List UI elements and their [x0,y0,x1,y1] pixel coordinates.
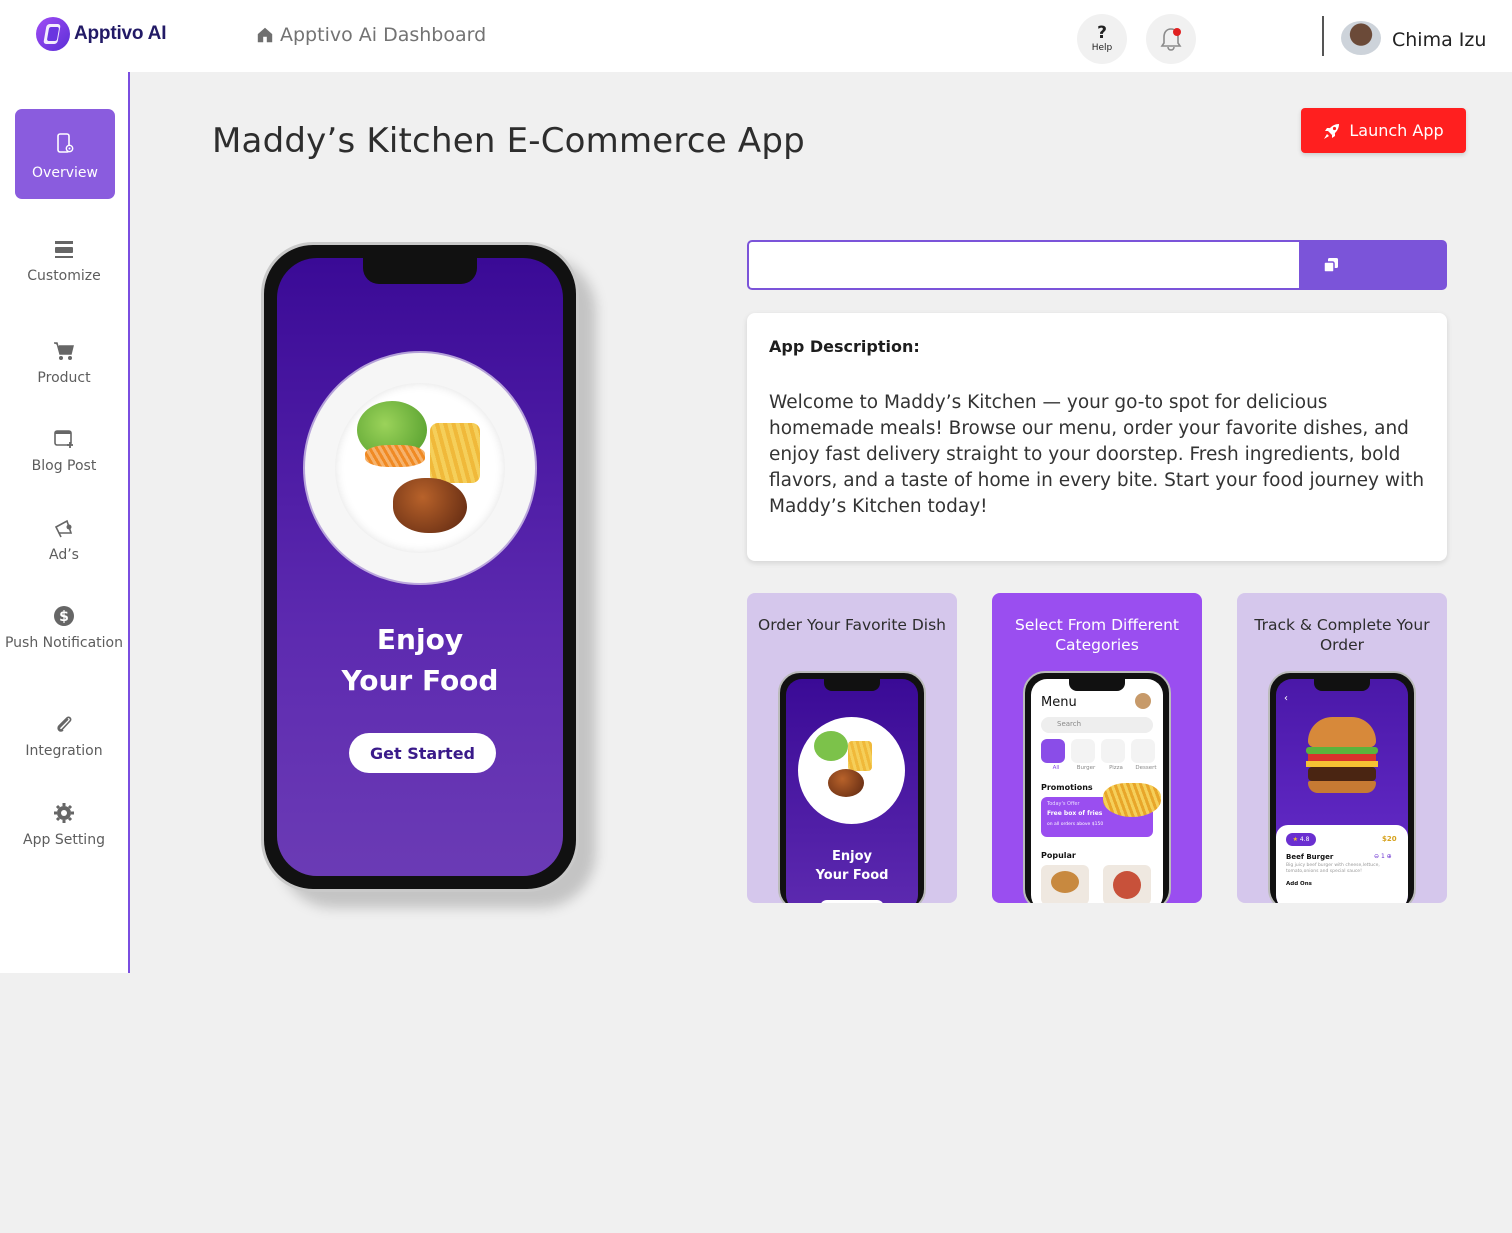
copy-button[interactable] [1299,240,1447,290]
promotions-label: Promotions [1041,783,1093,792]
quantity-stepper[interactable]: ⊖ 1 ⊕ [1374,853,1392,860]
sidebar-item-product[interactable]: Product [0,340,128,386]
phone-preview: Enjoy Your Food Get Started [261,242,579,892]
notifications-button[interactable] [1146,14,1196,64]
phone-screen: Enjoy Your Food Get Started [277,258,563,876]
sidebar-item-label: Blog Post [31,458,97,474]
sidebar-item-label: Ad’s [49,547,79,563]
screenshot-title: Track & Complete Your Order [1254,616,1430,654]
sidebar-item-label: Overview [32,165,98,181]
category-dessert: Dessert [1135,765,1157,771]
layout-icon [55,241,73,258]
header-divider [1322,16,1324,56]
item-name: Beef Burger [1286,853,1334,861]
logo-text: Apptivo AI [74,23,167,44]
sidebar-item-app-setting[interactable]: App Setting [0,802,128,848]
mini-phone: Enjoy Your Food [778,671,926,903]
phone-gear-icon [57,133,74,153]
logo-icon [36,17,70,51]
help-button[interactable]: ? Help [1077,14,1127,64]
add-window-icon [54,430,73,448]
dollar-icon: $ [54,606,74,626]
rocket-icon [1324,123,1340,139]
promo-banner[interactable]: Today's Offer Free box of fries on all o… [1041,783,1161,837]
launch-app-button[interactable]: Launch App [1301,108,1466,153]
addons-label: Add Ons [1286,881,1312,887]
sidebar-item-label: App Setting [23,832,105,848]
menu-title: Menu [1041,695,1077,710]
avatar[interactable] [1341,21,1381,55]
sidebar-divider [128,72,130,973]
promo-title: Free box of fries [1047,810,1103,817]
sidebar-item-blog-post[interactable]: Blog Post [0,428,128,474]
screenshot-title: Order Your Favorite Dish [758,616,946,634]
screenshot-title: Select From Different Categories [1015,616,1179,654]
back-chevron-icon[interactable]: ‹ [1284,693,1288,704]
description-body: Welcome to Maddy’s Kitchen — your go-to … [769,392,1425,517]
sidebar-item-label: Push Notification [4,635,123,651]
description-heading: App Description: [769,337,920,356]
rating-value: 4.8 [1299,836,1310,843]
app-logo[interactable]: Apptivo AI [36,17,166,51]
get-started-button[interactable]: Get Started [349,733,496,773]
burger-image [1304,717,1380,797]
screenshot-card-track[interactable]: Track & Complete Your Order ‹ ★ 4.8 $20 … [1237,593,1447,903]
order-details-sheet: ★ 4.8 $20 Beef Burger ⊖ 1 ⊕ Big juicy be… [1276,825,1408,903]
home-icon [257,27,273,43]
help-icon: ? [1097,23,1107,43]
food-plate-image [798,717,905,824]
screenshot-card-order[interactable]: Order Your Favorite Dish Enjoy Your Food [747,593,957,903]
qty-value: 1 [1380,853,1385,860]
rating-badge: ★ 4.8 [1286,833,1316,846]
app-url-field[interactable] [747,240,1300,290]
mini-avatar [1135,693,1151,709]
launch-app-label: Launch App [1349,121,1444,140]
promo-tag: Today's Offer [1047,801,1080,807]
food-plate-image [305,353,535,583]
price: $20 [1382,835,1397,843]
notification-dot [1173,28,1181,36]
mini-search: Search [1041,717,1153,733]
breadcrumb[interactable]: Apptivo Ai Dashboard [256,24,486,46]
star-icon: ★ [1292,836,1298,843]
mini-phone: ‹ ★ 4.8 $20 Beef Burger ⊖ 1 ⊕ Big juicy … [1268,671,1416,903]
mini-line2: Your Food [815,868,889,883]
breadcrumb-label: Apptivo Ai Dashboard [280,24,487,46]
help-label: Help [1091,43,1113,53]
sidebar-item-push-notification[interactable]: $ Push Notification [0,605,128,651]
top-bar: Apptivo AI Apptivo Ai Dashboard ? Help C… [0,0,1512,72]
svg-text:$: $ [59,609,69,625]
popular-label: Popular [1041,851,1076,860]
copy-icon [1323,258,1338,273]
category-all: All [1052,765,1060,771]
promo-sub: on all orders above $150 [1047,822,1104,827]
megaphone-icon [54,519,73,538]
sidebar-item-label: Integration [25,743,103,759]
page-title: Maddy’s Kitchen E-Commerce App [212,121,805,161]
category-pizza: Pizza [1109,765,1123,771]
sidebar-item-label: Customize [27,268,101,284]
sidebar-item-label: Product [37,370,91,386]
sidebar-item-customize[interactable]: Customize [0,238,128,284]
screenshot-card-categories[interactable]: Select From Different Categories Menu Se… [992,593,1202,903]
preview-line1: Enjoy [376,623,464,656]
mini-line1: Enjoy [832,849,872,864]
category-burger: Burger [1076,765,1096,771]
user-name[interactable]: Chima Izu [1392,29,1486,51]
app-description-card: App Description: Welcome to Maddy’s Kitc… [747,313,1447,561]
gear-icon [54,803,74,823]
cart-icon [54,342,74,360]
item-description: Big juicy beef burger with cheese,lettuc… [1286,863,1380,874]
preview-line2: Your Food [341,664,499,697]
sidebar-item-integration[interactable]: Integration [0,713,128,759]
mini-phone: Menu Search All Burger Pizza Dessert Pro… [1023,671,1171,903]
sidebar-item-overview[interactable]: Overview [15,109,115,199]
sidebar-item-ads[interactable]: Ad’s [0,517,128,563]
phone-notch [363,258,477,284]
paperclip-icon [57,716,72,732]
